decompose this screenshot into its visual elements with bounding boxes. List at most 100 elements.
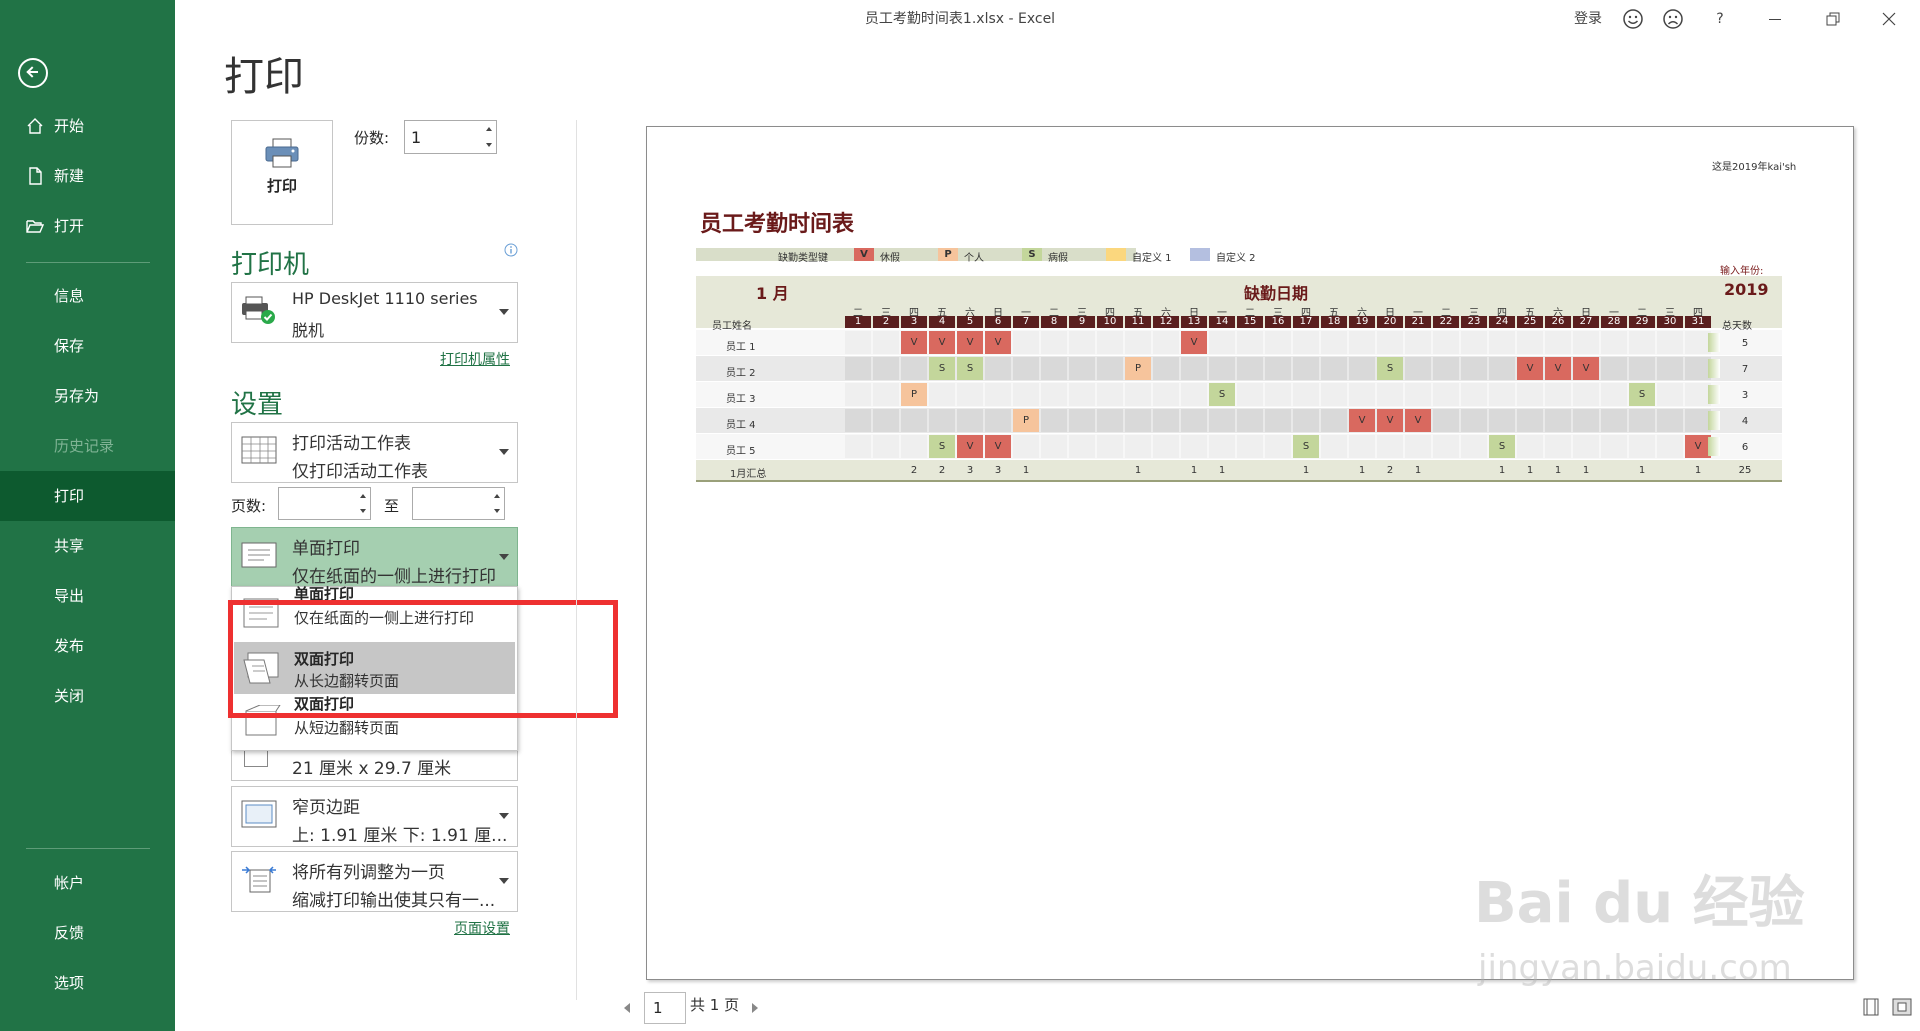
summary-count: 1 — [1358, 465, 1366, 476]
attendance-cell — [1573, 435, 1599, 458]
print-sides-dropdown[interactable]: 单面打印 仅在纸面的一侧上进行打印 — [231, 527, 518, 587]
attendance-cell — [1209, 409, 1235, 432]
attendance-cell — [1405, 383, 1431, 406]
frown-icon[interactable] — [1660, 6, 1686, 32]
summary-count: 1 — [1498, 465, 1506, 476]
smile-icon[interactable] — [1620, 6, 1646, 32]
employee-name: 员工 3 — [726, 394, 756, 405]
sidebar-item-1[interactable]: 新建 — [0, 151, 175, 201]
sidebar-item-3[interactable]: 信息 — [0, 271, 175, 321]
sidebar-item-14[interactable]: 选项 — [0, 958, 175, 1008]
employee-total: 3 — [1741, 390, 1749, 401]
restore-button[interactable] — [1820, 6, 1846, 32]
printer-dropdown[interactable]: HP DeskJet 1110 series 脱机 — [231, 282, 518, 343]
scaling-dropdown[interactable]: 将所有列调整为一页 缩减打印输出使其只有一... — [231, 851, 518, 912]
attendance-cell — [1405, 357, 1431, 380]
day-number: 30 — [1657, 316, 1683, 328]
sidebar-item-4[interactable]: 保存 — [0, 321, 175, 371]
signin-link[interactable]: 登录 — [1568, 6, 1608, 32]
printer-properties-link[interactable]: 打印机属性 — [440, 349, 510, 369]
attendance-cell — [1461, 331, 1487, 354]
employee-total: 4 — [1741, 416, 1749, 427]
help-button[interactable]: ? — [1708, 6, 1732, 32]
folder-open-icon — [26, 220, 44, 233]
attendance-cell — [1153, 331, 1179, 354]
sidebar-item-13[interactable]: 反馈 — [0, 908, 175, 958]
sidebar-item-10[interactable]: 发布 — [0, 621, 175, 671]
sidebar-item-0[interactable]: 开始 — [0, 101, 175, 151]
new-file-icon — [29, 167, 42, 185]
print-button[interactable]: 打印 — [231, 120, 333, 225]
attendance-cell — [1013, 357, 1039, 380]
page-setup-link[interactable]: 页面设置 — [454, 918, 510, 938]
info-icon[interactable] — [504, 243, 518, 257]
prev-page-icon[interactable] — [622, 1002, 632, 1014]
sidebar-item-5[interactable]: 另存为 — [0, 371, 175, 421]
sidebar-item-9[interactable]: 导出 — [0, 571, 175, 621]
sidebar-item-label: 选项 — [54, 974, 85, 992]
zoom-to-page-icon[interactable] — [1892, 998, 1912, 1016]
attendance-cell — [873, 435, 899, 458]
attendance-cell — [1293, 409, 1319, 432]
employee-name: 员工 4 — [726, 420, 756, 431]
current-page-input[interactable]: 1 — [644, 992, 686, 1024]
attendance-cell — [1349, 383, 1375, 406]
close-window-button[interactable] — [1876, 6, 1902, 32]
attendance-cell — [1237, 331, 1263, 354]
copies-stepper[interactable]: 1 — [404, 120, 497, 154]
legend-label-item: 自定义 1 — [1132, 253, 1172, 264]
attendance-cell — [1629, 435, 1655, 458]
print-scope-dropdown[interactable]: 打印活动工作表 仅打印活动工作表 — [231, 422, 518, 483]
attendance-cell — [1545, 435, 1571, 458]
attendance-cell — [1321, 383, 1347, 406]
panel-divider — [576, 120, 577, 1000]
back-arrow-icon[interactable] — [18, 58, 48, 88]
attendance-cell — [1545, 409, 1571, 432]
sidebar-item-label: 反馈 — [54, 924, 85, 942]
printer-offline-icon — [242, 296, 275, 324]
sidebar-item-7[interactable]: 打印 — [0, 471, 175, 521]
attendance-cell: V — [929, 331, 955, 354]
attendance-cell — [1657, 331, 1683, 354]
show-margins-icon[interactable] — [1862, 998, 1880, 1016]
attendance-cell — [1629, 409, 1655, 432]
employee-total: 5 — [1741, 338, 1749, 349]
attendance-cell — [1013, 383, 1039, 406]
sidebar-item-8[interactable]: 共享 — [0, 521, 175, 571]
margins-dropdown[interactable]: 窄页边距 上: 1.91 厘米 下: 1.91 厘... — [231, 786, 518, 847]
header-note: 这是2019年kai'sh — [1712, 162, 1797, 173]
attendance-cell — [1153, 357, 1179, 380]
attendance-cell: V — [1377, 409, 1403, 432]
day-number: 26 — [1545, 316, 1571, 328]
attendance-cell — [985, 409, 1011, 432]
pages-to-input[interactable] — [412, 487, 505, 520]
attendance-cell — [1517, 409, 1543, 432]
attendance-cell — [957, 383, 983, 406]
attendance-cell — [1657, 357, 1683, 380]
attendance-cell — [1433, 435, 1459, 458]
sidebar-item-2[interactable]: 打开 — [0, 201, 175, 251]
pages-from-input[interactable] — [278, 487, 371, 520]
attendance-cell — [1349, 357, 1375, 380]
summary-label: 1月汇总 — [730, 469, 767, 480]
day-number: 20 — [1377, 316, 1403, 328]
attendance-cell — [845, 357, 871, 380]
sidebar-item-12[interactable]: 帐户 — [0, 858, 175, 908]
attendance-cell — [1601, 409, 1627, 432]
attendance-cell — [1657, 409, 1683, 432]
minimize-button[interactable] — [1762, 6, 1788, 32]
scaling-title: 将所有列调整为一页 — [292, 863, 445, 883]
day-number: 22 — [1433, 316, 1459, 328]
attendance-cell — [1545, 331, 1571, 354]
summary-count: 1 — [1582, 465, 1590, 476]
day-number: 25 — [1517, 316, 1543, 328]
attendance-cell — [1461, 435, 1487, 458]
next-page-icon[interactable] — [750, 1002, 760, 1014]
attendance-cell — [873, 331, 899, 354]
day-number: 13 — [1181, 316, 1207, 328]
attendance-cell — [1069, 331, 1095, 354]
attendance-cell — [1629, 331, 1655, 354]
attendance-cell: S — [1489, 435, 1515, 458]
attendance-cell — [1517, 383, 1543, 406]
sidebar-item-11[interactable]: 关闭 — [0, 671, 175, 721]
